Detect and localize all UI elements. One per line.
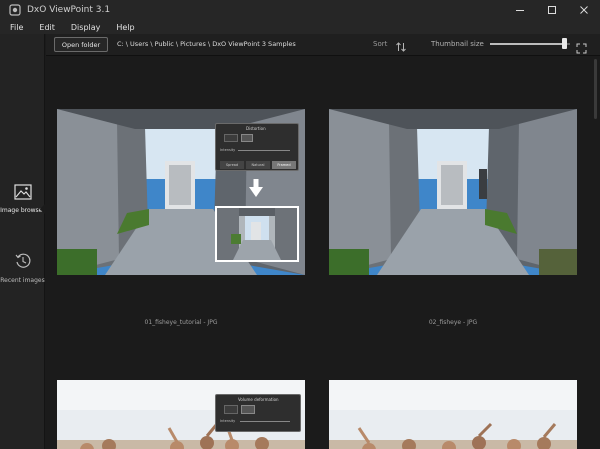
intensity-slider [238,150,290,151]
image-browser-icon [13,184,32,204]
tutorial-volume-panel: Volume deformation Intensity [215,394,301,432]
thumbnail-04[interactable] [329,380,577,449]
corrected-image-preview [217,208,297,260]
title-bar: DxO ViewPoint 3.1 [0,0,600,20]
group-photo-image [329,380,577,449]
close-button[interactable] [568,0,600,20]
thumbnail-02[interactable] [329,109,577,275]
maximize-button[interactable] [536,0,568,20]
minimize-icon [516,10,524,11]
recent-images-icon [14,252,32,274]
mode-natural: Natural [246,161,270,169]
mode-icon [241,134,253,142]
slider-handle[interactable] [562,38,568,49]
mode-spread: Spread [220,161,244,169]
folder-path: C: \ Users \ Public \ Pictures \ DxO Vie… [117,40,296,48]
thumbnail-size-slider[interactable] [490,38,570,50]
panel-title: Volume deformation [238,397,279,402]
active-indicator [40,204,45,214]
window-title: DxO ViewPoint 3.1 [27,5,111,15]
close-icon [580,6,588,14]
menu-help[interactable]: Help [116,23,134,32]
arrow-down-icon [249,179,263,197]
sidebar-item-label: Recent images [0,277,45,284]
tutorial-distortion-panel: Distortion Intensity Spread Natural Fram… [215,123,299,171]
maximize-icon [548,6,556,14]
app-logo-icon [8,3,22,17]
thumbnail-caption: 01_fisheye_tutorial - JPG [144,319,218,326]
scrollbar-thumb[interactable] [594,59,597,119]
panel-title: Distortion [246,126,266,131]
menu-display[interactable]: Display [71,23,101,32]
sidebar-item-recent-images[interactable]: Recent images [0,252,45,284]
sidebar-item-label: Image browser [0,207,45,214]
mode-icon [224,405,238,414]
thumbnail-caption: 02_fisheye - JPG [428,319,478,326]
sidebar: Image browser Recent images [0,34,45,449]
thumbnail-size-label: Thumbnail size [431,40,484,48]
intensity-label: Intensity [220,148,236,152]
fullscreen-icon[interactable] [576,39,587,54]
thumbnail-01[interactable]: Distortion Intensity Spread Natural Fram… [57,109,305,275]
intensity-label: Intensity [220,419,236,423]
minimize-button[interactable] [504,0,536,20]
open-folder-button[interactable]: Open folder [54,37,108,52]
menu-bar: File Edit Display Help [0,20,600,34]
mode-icon [241,405,255,414]
sort-order-icon[interactable] [395,38,407,52]
mode-icon [224,134,238,142]
thumbnail-grid: Distortion Intensity Spread Natural Fram… [46,57,591,449]
menu-edit[interactable]: Edit [39,23,55,32]
sort-label: Sort [373,40,388,48]
mode-framed: Framed [272,161,296,169]
sidebar-item-image-browser[interactable]: Image browser [0,184,45,214]
menu-file[interactable]: File [10,23,23,32]
slider-fill [490,43,565,45]
content-scrollbar[interactable] [591,57,600,449]
tutorial-result-preview [215,206,299,262]
intensity-slider [240,421,290,422]
fisheye-image [329,109,577,275]
browser-toolbar: Open folder C: \ Users \ Public \ Pictur… [46,34,600,56]
mode-segment: Spread Natural Framed [220,161,296,169]
thumbnail-03[interactable]: Volume deformation Intensity [57,380,305,449]
